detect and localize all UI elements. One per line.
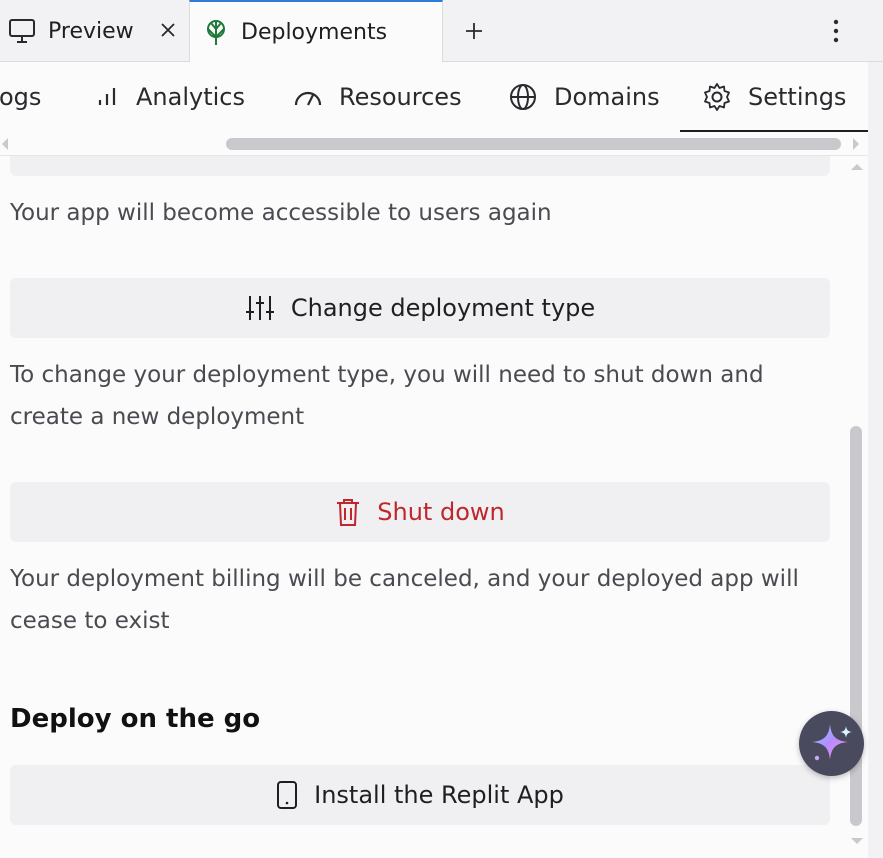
tab-bar: Preview Deployments <box>0 0 883 63</box>
sparkle-icon <box>806 718 858 770</box>
deploy-on-the-go-heading: Deploy on the go <box>10 704 261 734</box>
shut-down-button[interactable]: Shut down <box>10 482 830 542</box>
sliders-icon <box>245 294 275 322</box>
subnav-resources-label: Resources <box>339 83 462 111</box>
globe-icon <box>508 82 538 112</box>
gear-icon <box>702 82 732 112</box>
subnav-analytics-label: Analytics <box>136 83 245 111</box>
scroll-left-arrow-icon[interactable] <box>2 138 8 150</box>
subnav-settings[interactable]: Settings <box>702 80 846 114</box>
plus-icon[interactable] <box>462 19 486 43</box>
more-vertical-icon[interactable] <box>826 16 846 46</box>
restart-button[interactable] <box>10 156 830 176</box>
scroll-down-arrow-icon[interactable] <box>851 838 863 844</box>
change-deployment-type-button[interactable]: Change deployment type <box>10 278 830 338</box>
shutdown-description: Your deployment billing will be canceled… <box>10 566 799 634</box>
subnav-resources[interactable]: Resources <box>293 80 462 114</box>
gauge-icon <box>293 85 323 109</box>
change-deployment-type-label: Change deployment type <box>290 294 596 322</box>
deployments-icon <box>204 19 228 47</box>
scroll-up-arrow-icon[interactable] <box>851 164 863 170</box>
settings-content: Your app will become accessible to users… <box>0 156 846 858</box>
install-replit-app-button[interactable]: Install the Replit App <box>10 765 830 825</box>
horizontal-scrollbar[interactable] <box>0 132 868 156</box>
horizontal-scroll-thumb[interactable] <box>226 138 841 150</box>
deployments-subnav: Logs Analytics Resources Domains Setting… <box>0 62 868 132</box>
tab-deployments[interactable]: Deployments <box>189 0 443 63</box>
close-icon[interactable] <box>156 18 180 42</box>
ai-assistant-button[interactable] <box>799 711 864 776</box>
scroll-right-arrow-icon[interactable] <box>853 138 859 150</box>
subnav-settings-label: Settings <box>748 83 847 111</box>
monitor-icon <box>8 18 36 44</box>
tab-deployments-label: Deployments <box>241 20 388 45</box>
subnav-logs-label: Logs <box>0 83 42 111</box>
phone-icon <box>276 780 298 810</box>
shut-down-label: Shut down <box>377 498 505 526</box>
analytics-icon <box>96 85 120 109</box>
subnav-domains[interactable]: Domains <box>508 80 660 114</box>
subnav-logs[interactable]: Logs <box>0 80 41 114</box>
restart-description: Your app will become accessible to users… <box>10 200 552 226</box>
window-edge <box>868 62 883 858</box>
tab-preview-label: Preview <box>48 18 134 44</box>
change-type-description: To change your deployment type, you will… <box>10 362 764 430</box>
subnav-domains-label: Domains <box>554 83 660 111</box>
trash-icon <box>335 497 361 527</box>
install-replit-app-label: Install the Replit App <box>314 781 564 809</box>
subnav-analytics[interactable]: Analytics <box>96 80 245 114</box>
